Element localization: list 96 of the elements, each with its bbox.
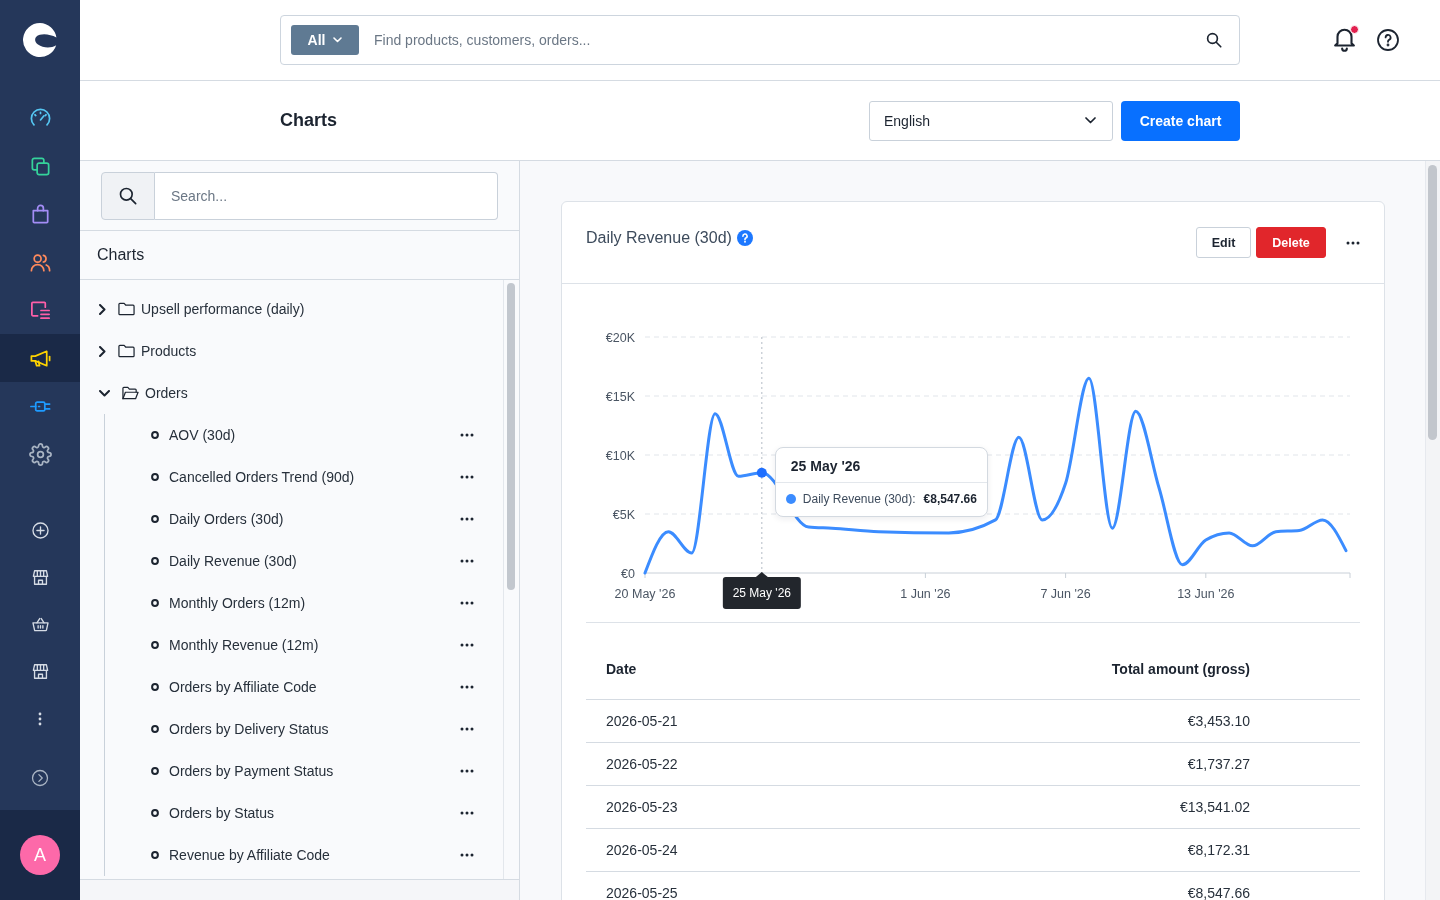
table-cell: 2026-05-23 bbox=[606, 799, 678, 815]
chart-item[interactable]: Monthly Revenue (12m) bbox=[169, 637, 319, 653]
ellipsis-icon[interactable] bbox=[460, 853, 474, 857]
chart-item[interactable]: Cancelled Orders Trend (90d) bbox=[169, 469, 355, 485]
y-axis-label: €10K bbox=[605, 448, 635, 463]
x-axis-label: 1 Jun '26 bbox=[900, 587, 951, 601]
bullet-icon bbox=[151, 851, 159, 859]
bullet-icon bbox=[151, 683, 159, 691]
table-cell: €8,547.66 bbox=[1187, 885, 1250, 900]
create-chart-button[interactable]: Create chart bbox=[1121, 100, 1240, 141]
bullet-icon bbox=[151, 473, 159, 481]
y-axis-label: €5K bbox=[612, 507, 635, 522]
search-button[interactable] bbox=[101, 172, 155, 220]
bullet-icon bbox=[151, 767, 159, 775]
table-cell: €8,172.31 bbox=[1187, 842, 1250, 858]
ellipsis-icon[interactable] bbox=[460, 811, 474, 815]
page-title: Charts bbox=[280, 110, 337, 131]
table-cell: €13,541.02 bbox=[1179, 799, 1250, 815]
tooltip-label: Daily Revenue (30d): bbox=[802, 491, 916, 506]
plus-circle-icon[interactable] bbox=[30, 521, 50, 540]
folder-item[interactable]: Orders bbox=[145, 385, 188, 401]
table-cell: 2026-05-22 bbox=[606, 756, 678, 772]
chart-item[interactable]: Daily Orders (30d) bbox=[169, 511, 284, 527]
chart-item[interactable]: Daily Revenue (30d) bbox=[169, 553, 297, 569]
language-select[interactable]: English bbox=[869, 100, 1113, 141]
ellipsis-icon[interactable] bbox=[460, 727, 474, 731]
ellipsis-icon[interactable] bbox=[460, 643, 474, 647]
x-axis-label: 25 May '26 bbox=[722, 572, 801, 609]
y-axis-label: €20K bbox=[605, 330, 635, 345]
chart-item[interactable]: Orders by Affiliate Code bbox=[169, 679, 317, 695]
delete-button[interactable]: Delete bbox=[1256, 227, 1326, 258]
chevron-right-icon[interactable] bbox=[99, 303, 106, 315]
scrollbar-thumb[interactable] bbox=[507, 283, 515, 590]
search-input[interactable]: Search... bbox=[155, 172, 498, 220]
x-axis-label: 20 May '26 bbox=[614, 587, 676, 601]
x-axis-label: 13 Jun '26 bbox=[1177, 587, 1235, 601]
tooltip-title: 25 May '26 bbox=[775, 447, 987, 483]
chart-item[interactable]: Orders by Status bbox=[169, 805, 275, 821]
ellipsis-icon[interactable] bbox=[460, 517, 474, 521]
help-icon[interactable] bbox=[1377, 29, 1399, 51]
bullet-icon bbox=[151, 599, 159, 607]
bullet-icon bbox=[151, 725, 159, 733]
folder-item[interactable]: Products bbox=[141, 343, 197, 359]
search-input[interactable]: Find products, customers, orders... bbox=[359, 25, 1205, 55]
y-axis-label: €15K bbox=[605, 389, 635, 404]
chevron-down-icon[interactable] bbox=[99, 389, 110, 397]
chevron-down-icon bbox=[1085, 117, 1096, 124]
x-axis-label: 7 Jun '26 bbox=[1040, 587, 1091, 601]
table-cell: €3,453.10 bbox=[1187, 713, 1250, 729]
tooltip-value: €8,547.66 bbox=[923, 491, 977, 506]
search-icon[interactable] bbox=[1205, 31, 1223, 49]
ellipsis-icon[interactable] bbox=[460, 559, 474, 563]
column-header: Date bbox=[606, 661, 637, 677]
folder-item[interactable]: Upsell performance (daily) bbox=[141, 301, 305, 317]
scrollbar-thumb[interactable] bbox=[1428, 165, 1437, 440]
ellipsis-icon[interactable] bbox=[1346, 240, 1360, 245]
chart-title: Daily Revenue (30d) bbox=[586, 228, 732, 247]
bullet-icon bbox=[151, 431, 159, 439]
copy-icon bbox=[28, 154, 52, 178]
bullet-icon bbox=[151, 641, 159, 649]
table-cell: €1,737.27 bbox=[1187, 756, 1250, 772]
store-icon[interactable] bbox=[30, 568, 50, 587]
table-cell: 2026-05-21 bbox=[606, 713, 678, 729]
ellipsis-icon[interactable] bbox=[460, 601, 474, 605]
chart-item[interactable]: AOV (30d) bbox=[169, 427, 236, 443]
bullet-icon bbox=[151, 515, 159, 523]
bullet-icon bbox=[151, 557, 159, 565]
chevron-right-icon[interactable] bbox=[99, 345, 106, 357]
panel-title: Charts bbox=[97, 246, 145, 264]
bell-icon[interactable] bbox=[1334, 28, 1355, 52]
ellipsis-icon[interactable] bbox=[460, 475, 474, 479]
column-header: Total amount (gross) bbox=[1111, 661, 1250, 677]
edit-button[interactable]: Edit bbox=[1196, 227, 1251, 258]
gear-icon bbox=[28, 442, 52, 466]
table-cell: 2026-05-24 bbox=[606, 842, 678, 858]
search-bar[interactable]: All Find products, customers, orders... bbox=[280, 15, 1240, 65]
bullet-icon bbox=[151, 809, 159, 817]
y-axis-label: €0 bbox=[621, 566, 635, 581]
search-icon bbox=[118, 186, 138, 206]
chart-item[interactable]: Orders by Delivery Status bbox=[169, 721, 329, 737]
ellipsis-icon[interactable] bbox=[460, 433, 474, 437]
basket-icon[interactable] bbox=[30, 615, 50, 634]
chart-item[interactable]: Revenue by Affiliate Code bbox=[169, 847, 330, 863]
chart-item[interactable]: Orders by Payment Status bbox=[169, 763, 334, 779]
scope-dropdown[interactable]: All bbox=[291, 25, 359, 55]
nav-item[interactable] bbox=[0, 334, 80, 382]
list-icon bbox=[28, 298, 52, 322]
store-icon[interactable] bbox=[30, 662, 50, 681]
more-vertical-icon[interactable] bbox=[38, 711, 42, 726]
chevron-down-icon bbox=[333, 37, 343, 43]
ellipsis-icon[interactable] bbox=[460, 769, 474, 773]
chevron-circle-icon[interactable] bbox=[31, 769, 49, 787]
logo-icon[interactable] bbox=[22, 22, 58, 58]
table-cell: 2026-05-25 bbox=[606, 885, 678, 900]
ellipsis-icon[interactable] bbox=[460, 685, 474, 689]
chart-item[interactable]: Monthly Orders (12m) bbox=[169, 595, 306, 611]
